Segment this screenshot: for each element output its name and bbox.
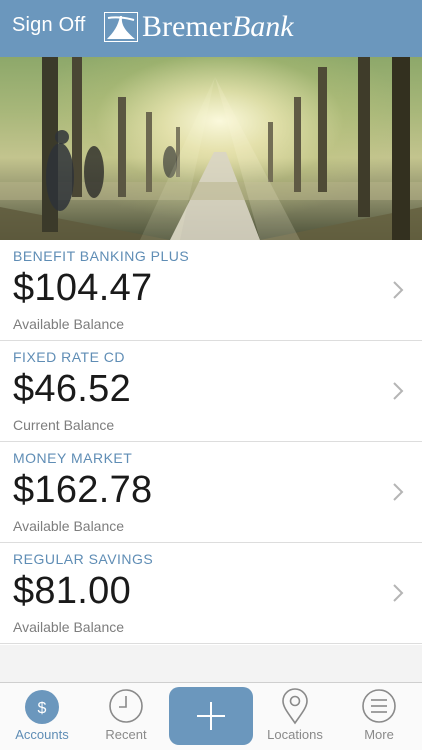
tab-accounts[interactable]: $ Accounts — [0, 683, 84, 750]
hero-photo — [0, 57, 422, 240]
add-button[interactable] — [169, 687, 253, 745]
tab-more[interactable]: More — [337, 683, 421, 750]
balance-type-label: Available Balance — [13, 518, 125, 534]
tab-recent[interactable]: Recent — [84, 683, 168, 750]
account-name: BENEFIT BANKING PLUS — [13, 248, 190, 264]
account-balance: $162.78 — [13, 469, 153, 511]
tab-locations-label: Locations — [267, 727, 323, 742]
chevron-right-icon — [393, 382, 404, 400]
chevron-right-icon — [393, 281, 404, 299]
account-balance: $104.47 — [13, 267, 153, 309]
dollar-circle-icon: $ — [25, 690, 59, 724]
svg-text:$: $ — [38, 700, 47, 717]
account-row-regular-savings[interactable]: REGULAR SAVINGS $81.00 Available Balance — [0, 543, 422, 644]
account-balance: $46.52 — [13, 368, 132, 410]
account-name: FIXED RATE CD — [13, 349, 126, 365]
account-name: REGULAR SAVINGS — [13, 551, 154, 567]
account-balance: $81.00 — [13, 570, 132, 612]
account-name: MONEY MARKET — [13, 450, 133, 466]
clock-icon — [109, 689, 143, 723]
tab-recent-label: Recent — [105, 727, 147, 742]
plus-icon — [197, 702, 225, 730]
tab-locations[interactable]: Locations — [253, 683, 337, 750]
top-header: Sign Off BremerBank — [0, 0, 422, 57]
account-row-benefit-banking-plus[interactable]: BENEFIT BANKING PLUS $104.47 Available B… — [0, 240, 422, 341]
balance-type-label: Current Balance — [13, 417, 115, 433]
account-row-money-market[interactable]: MONEY MARKET $162.78 Available Balance — [0, 442, 422, 543]
logo-text-bank: Bank — [231, 10, 294, 43]
sign-off-button[interactable]: Sign Off — [12, 14, 86, 37]
tab-accounts-label: Accounts — [15, 727, 69, 742]
map-pin-icon — [282, 688, 308, 725]
logo-text-bremer: Bremer — [142, 10, 232, 43]
bremer-bank-logo: BremerBank — [104, 9, 294, 45]
tree-lined-path-photo — [0, 57, 422, 240]
bottom-tab-bar: $ Accounts Recent Locations More — [0, 682, 422, 750]
chevron-right-icon — [393, 483, 404, 501]
account-row-fixed-rate-cd[interactable]: FIXED RATE CD $46.52 Current Balance — [0, 341, 422, 442]
menu-icon — [362, 689, 396, 723]
balance-type-label: Available Balance — [13, 619, 125, 635]
bremer-tree-logo-icon — [104, 12, 138, 42]
tab-more-label: More — [364, 727, 394, 742]
account-list: BENEFIT BANKING PLUS $104.47 Available B… — [0, 240, 422, 644]
list-footer-space — [0, 645, 422, 682]
balance-type-label: Available Balance — [13, 316, 125, 332]
chevron-right-icon — [393, 584, 404, 602]
